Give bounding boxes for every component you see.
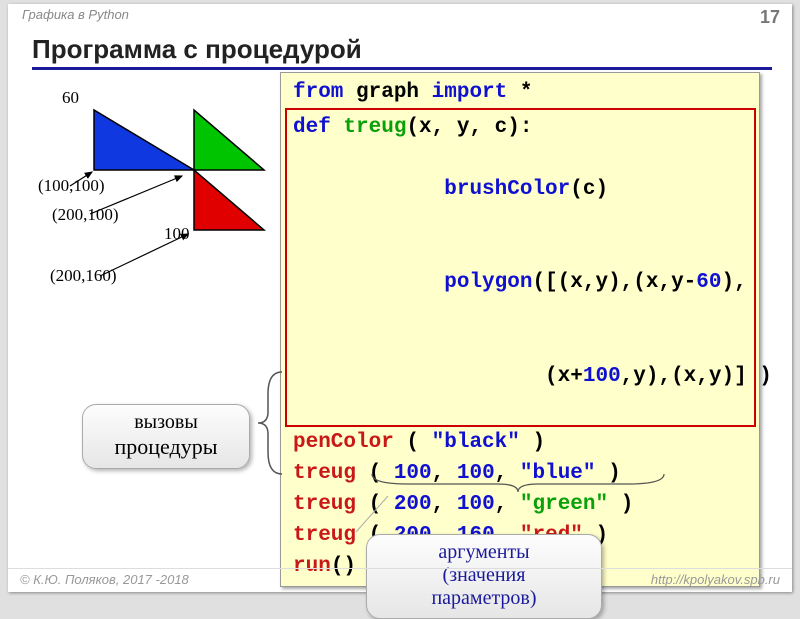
callout-calls-line2: процедуры — [99, 434, 233, 460]
slide-footer: © К.Ю. Поляков, 2017 -2018 http://kpolya… — [8, 568, 792, 590]
diagram-label-p3: (200,160) — [50, 266, 117, 286]
diagram-label-p2: (200,100) — [52, 205, 119, 225]
callout-args-line3: параметров) — [383, 587, 585, 610]
footer-left: © К.Ю. Поляков, 2017 -2018 — [20, 572, 189, 587]
slide-header: Графика в Python 17 — [8, 4, 792, 28]
slide: Графика в Python 17 Программа с процедур… — [8, 4, 792, 592]
diagram-label-p1: (100,100) — [38, 176, 105, 196]
page-number: 17 — [760, 7, 780, 28]
brace-calls — [254, 368, 284, 478]
callout-args-tail — [354, 494, 394, 534]
triangle-diagram: 60 (100,100) (200,100) 100 (200,160) — [32, 78, 272, 338]
subject-label: Графика в Python — [22, 7, 129, 22]
diagram-label-60: 60 — [62, 88, 79, 108]
footer-right: http://kpolyakov.spb.ru — [651, 572, 780, 587]
code-line-2: def treug(x, y, c): — [293, 112, 748, 143]
code-line-1: from graph import * — [293, 77, 753, 108]
callout-calls: вызовы процедуры — [82, 404, 250, 469]
brace-args — [368, 470, 668, 494]
code-line-6: penColor ( "black" ) — [293, 427, 753, 458]
code-line-5: (x+100,y),(x,y)] ) — [293, 330, 748, 423]
callout-calls-line1: вызовы — [99, 411, 233, 434]
diagram-label-100: 100 — [164, 224, 190, 244]
code-panel: from graph import * def treug(x, y, c): … — [280, 72, 760, 587]
code-def-box: def treug(x, y, c): brushColor(c) polygo… — [285, 108, 756, 427]
code-line-3: brushColor(c) — [293, 143, 748, 236]
slide-title: Программа с процедурой — [32, 34, 772, 70]
callout-args-line1: аргументы — [383, 541, 585, 564]
content-area: 60 (100,100) (200,100) 100 (200,160) fro… — [8, 72, 792, 338]
code-line-4: polygon([(x,y),(x,y-60), — [293, 236, 748, 329]
